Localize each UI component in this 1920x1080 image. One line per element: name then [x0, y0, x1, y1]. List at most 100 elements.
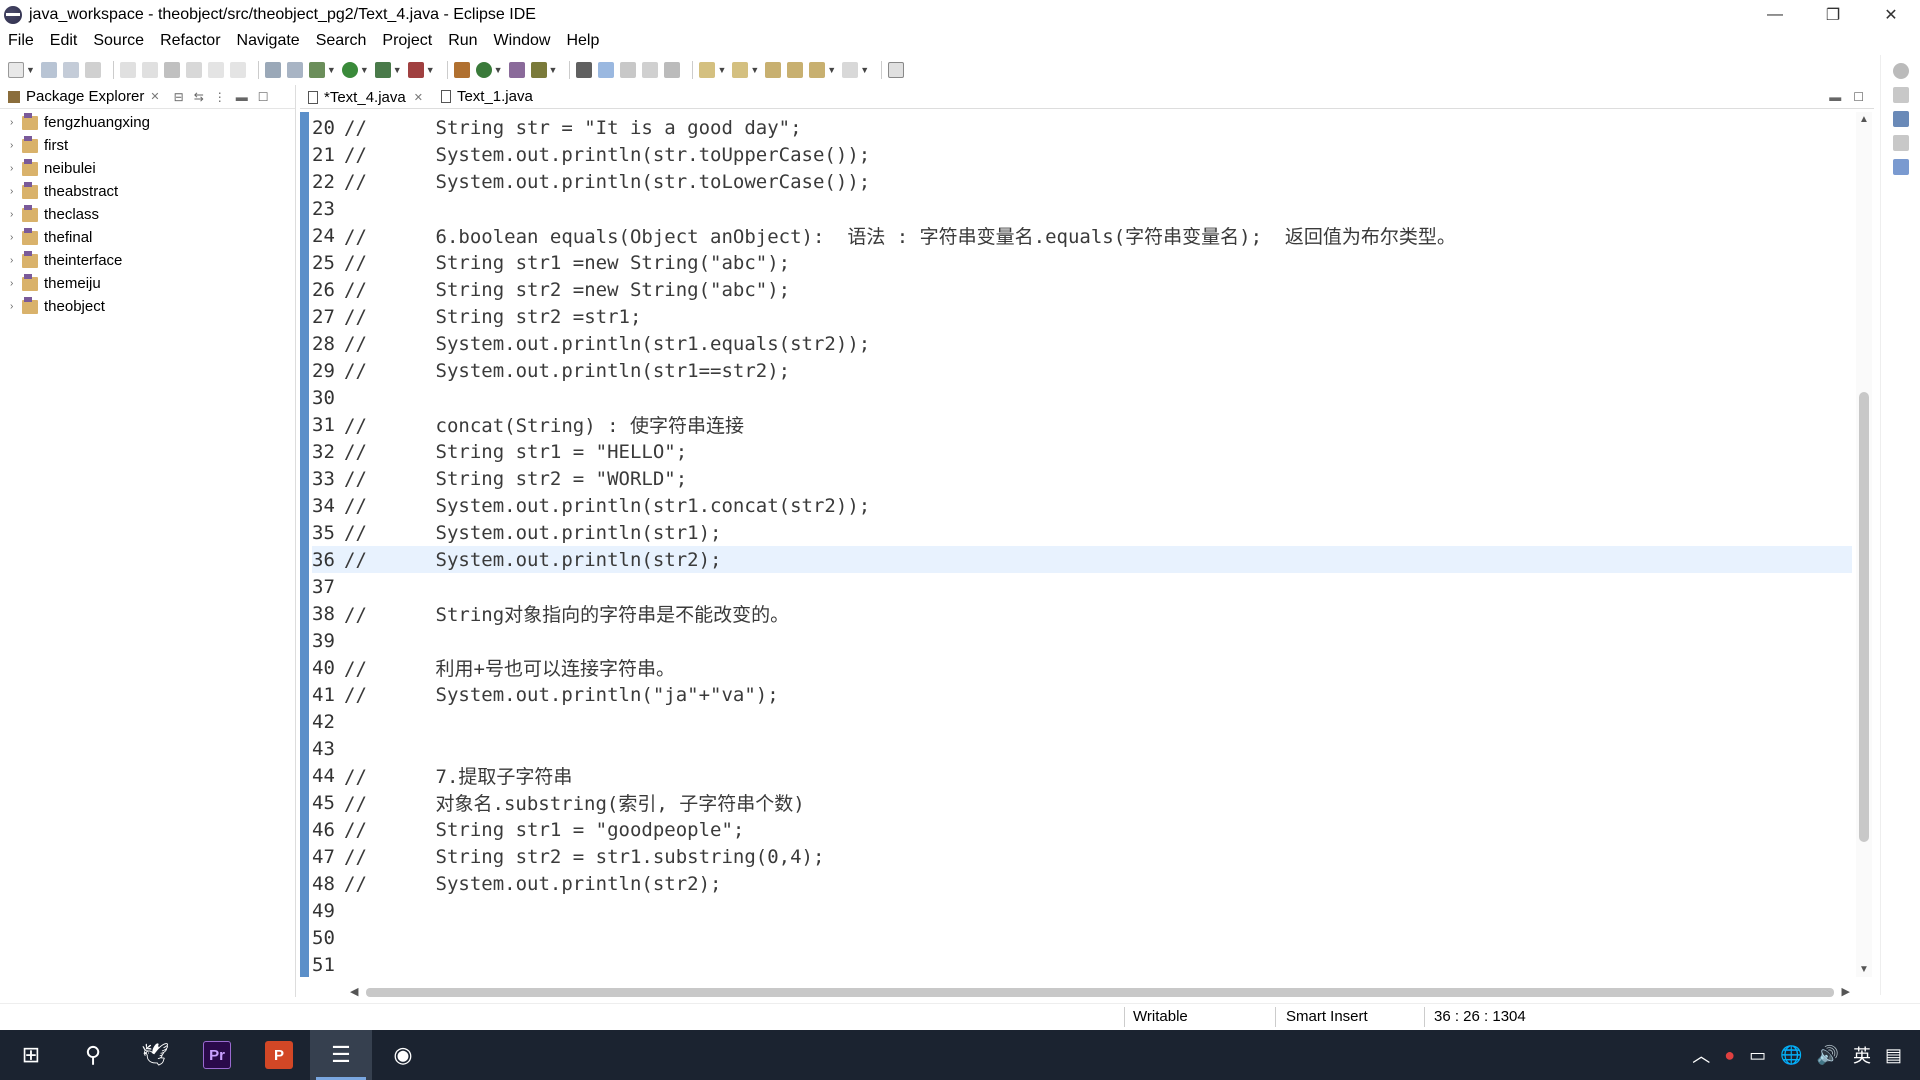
minimize-view-icon[interactable]: ▬ [236, 90, 248, 104]
tree-item-project[interactable]: › fengzhuangxing [0, 111, 295, 134]
taskbar-app-bird[interactable]: 🕊 [124, 1030, 186, 1080]
undo-icon[interactable] [119, 62, 136, 78]
tree-item-project[interactable]: › themeiju [0, 272, 295, 295]
code-line[interactable]: 38 // String对象指向的字符串是不能改变的。 [312, 600, 1852, 627]
prev-annotation-icon[interactable] [732, 62, 749, 78]
expand-chevron-icon[interactable]: › [10, 140, 22, 151]
expand-chevron-icon[interactable]: › [10, 186, 22, 197]
new-class-icon[interactable] [475, 62, 492, 78]
new-dropdown-icon[interactable]: ▼ [26, 65, 35, 75]
block-select-icon[interactable] [620, 62, 637, 78]
code-text[interactable]: // 6.boolean equals(Object anObject): 语法… [344, 222, 1456, 249]
pin-editor-icon[interactable] [888, 62, 905, 78]
next-annotation-icon[interactable] [699, 62, 716, 78]
tab-text4-java[interactable]: *Text_4.java ✕ [300, 84, 433, 108]
debug-icon[interactable] [308, 62, 325, 78]
input-method-indicator[interactable]: 英 [1853, 1042, 1871, 1068]
save-all-icon[interactable] [62, 62, 79, 78]
code-line[interactable]: 27 // String str2 =str1; [312, 303, 1852, 330]
print-icon[interactable] [84, 62, 101, 78]
highlight-icon[interactable] [598, 62, 615, 78]
network-icon[interactable]: 🌐 [1780, 1045, 1802, 1066]
horizontal-scroll-thumb[interactable] [366, 988, 1834, 997]
java-perspective-icon[interactable] [1892, 111, 1909, 127]
prev-annotation-dropdown-icon[interactable]: ▼ [750, 65, 759, 75]
code-text[interactable]: // System.out.println(str.toUpperCase())… [344, 144, 870, 166]
expand-chevron-icon[interactable]: › [10, 163, 22, 174]
menu-file[interactable]: File [8, 32, 34, 50]
code-line[interactable]: 44 // 7.提取子字符串 [312, 762, 1852, 789]
battery-icon[interactable]: ▭ [1749, 1045, 1766, 1066]
restore-button[interactable]: ❐ [1804, 0, 1862, 29]
new-package-icon[interactable] [453, 62, 470, 78]
last-edit-icon[interactable] [787, 62, 804, 78]
code-line[interactable]: 26 // String str2 =new String("abc"); [312, 276, 1852, 303]
menu-source[interactable]: Source [93, 32, 144, 50]
new-class-dropdown-icon[interactable]: ▼ [494, 65, 503, 75]
code-line[interactable]: 40 // 利用+号也可以连接字符串。 [312, 654, 1852, 681]
code-line[interactable]: 41 // System.out.println("ja"+"va"); [312, 681, 1852, 708]
code-line[interactable]: 49 [312, 897, 1852, 924]
refresh-icon[interactable] [185, 62, 202, 78]
volume-icon[interactable]: 🔊 [1817, 1045, 1839, 1066]
code-line[interactable]: 20 // String str = "It is a good day"; [312, 114, 1852, 141]
taskbar-app-obs[interactable]: ◉ [372, 1030, 434, 1080]
close-button[interactable]: ✕ [1862, 0, 1920, 29]
outline-view-icon[interactable] [1892, 135, 1909, 151]
code-line[interactable]: 46 // String str1 = "goodpeople"; [312, 816, 1852, 843]
expand-chevron-icon[interactable]: › [10, 301, 22, 312]
code-text[interactable]: // System.out.println(str2); [344, 873, 722, 895]
cursor-position-status[interactable]: 36 : 26 : 1304 [1434, 1008, 1526, 1025]
expand-chevron-icon[interactable]: › [10, 117, 22, 128]
menu-refactor[interactable]: Refactor [160, 32, 220, 50]
expand-chevron-icon[interactable]: › [10, 278, 22, 289]
back-icon[interactable] [765, 62, 782, 78]
code-text[interactable]: // String str1 = "goodpeople"; [344, 819, 744, 841]
code-text[interactable]: // concat(String) : 使字符串连接 [344, 411, 744, 438]
insert-mode-status[interactable]: Smart Insert [1286, 1008, 1368, 1025]
vertical-scroll-thumb[interactable] [1859, 392, 1869, 842]
code-text[interactable]: // System.out.println(str2); [344, 549, 722, 571]
start-button[interactable]: ⊞ [0, 1030, 62, 1080]
external-tools-icon[interactable] [407, 62, 424, 78]
open-perspective-icon[interactable] [1892, 87, 1909, 103]
code-line[interactable]: 47 // String str2 = str1.substring(0,4); [312, 843, 1852, 870]
quick-access-search-icon[interactable] [1892, 63, 1909, 79]
menu-help[interactable]: Help [566, 32, 599, 50]
step-icon[interactable] [207, 62, 224, 78]
code-line[interactable]: 35 // System.out.println(str1); [312, 519, 1852, 546]
tray-antivirus-icon[interactable]: ● [1724, 1045, 1735, 1066]
expand-chevron-icon[interactable]: › [10, 209, 22, 220]
menu-project[interactable]: Project [382, 32, 432, 50]
code-line[interactable]: 21 // System.out.println(str.toUpperCase(… [312, 141, 1852, 168]
expand-chevron-icon[interactable]: › [10, 255, 22, 266]
code-line[interactable]: 39 [312, 627, 1852, 654]
external-dropdown-icon[interactable]: ▼ [426, 65, 435, 75]
taskbar-search-button[interactable]: ⚲ [62, 1030, 124, 1080]
code-line[interactable]: 25 // String str1 =new String("abc"); [312, 249, 1852, 276]
menu-navigate[interactable]: Navigate [237, 32, 300, 50]
outline-icon[interactable] [264, 62, 281, 78]
annotation-icon[interactable] [576, 62, 593, 78]
code-line[interactable]: 51 [312, 951, 1852, 977]
task-list-icon[interactable] [1892, 159, 1909, 175]
open-type-icon[interactable] [508, 62, 525, 78]
scroll-left-icon[interactable]: ◀ [350, 985, 358, 998]
expand-chevron-icon[interactable]: › [10, 232, 22, 243]
taskbar-app-powerpoint[interactable]: P [248, 1030, 310, 1080]
close-tab-icon[interactable]: ✕ [414, 91, 423, 104]
run-icon[interactable] [341, 62, 358, 78]
code-text[interactable]: // String str2 = "WORLD"; [344, 468, 687, 490]
minimize-editor-icon[interactable]: ▬ [1829, 90, 1841, 104]
tree-item-project[interactable]: › theinterface [0, 249, 295, 272]
nav-forward-dropdown-icon[interactable]: ▼ [860, 65, 869, 75]
new-icon[interactable] [8, 62, 24, 78]
tray-chevron-up-icon[interactable]: ︿ [1692, 1042, 1710, 1068]
tree-item-project[interactable]: › theabstract [0, 180, 295, 203]
search-tool-icon[interactable] [530, 62, 547, 78]
code-text[interactable]: // 7.提取子字符串 [344, 762, 572, 789]
scroll-down-icon[interactable]: ▼ [1859, 964, 1869, 975]
code-text[interactable]: // String str2 = str1.substring(0,4); [344, 846, 824, 868]
debug-dropdown-icon[interactable]: ▼ [327, 65, 336, 75]
menu-search[interactable]: Search [316, 32, 367, 50]
